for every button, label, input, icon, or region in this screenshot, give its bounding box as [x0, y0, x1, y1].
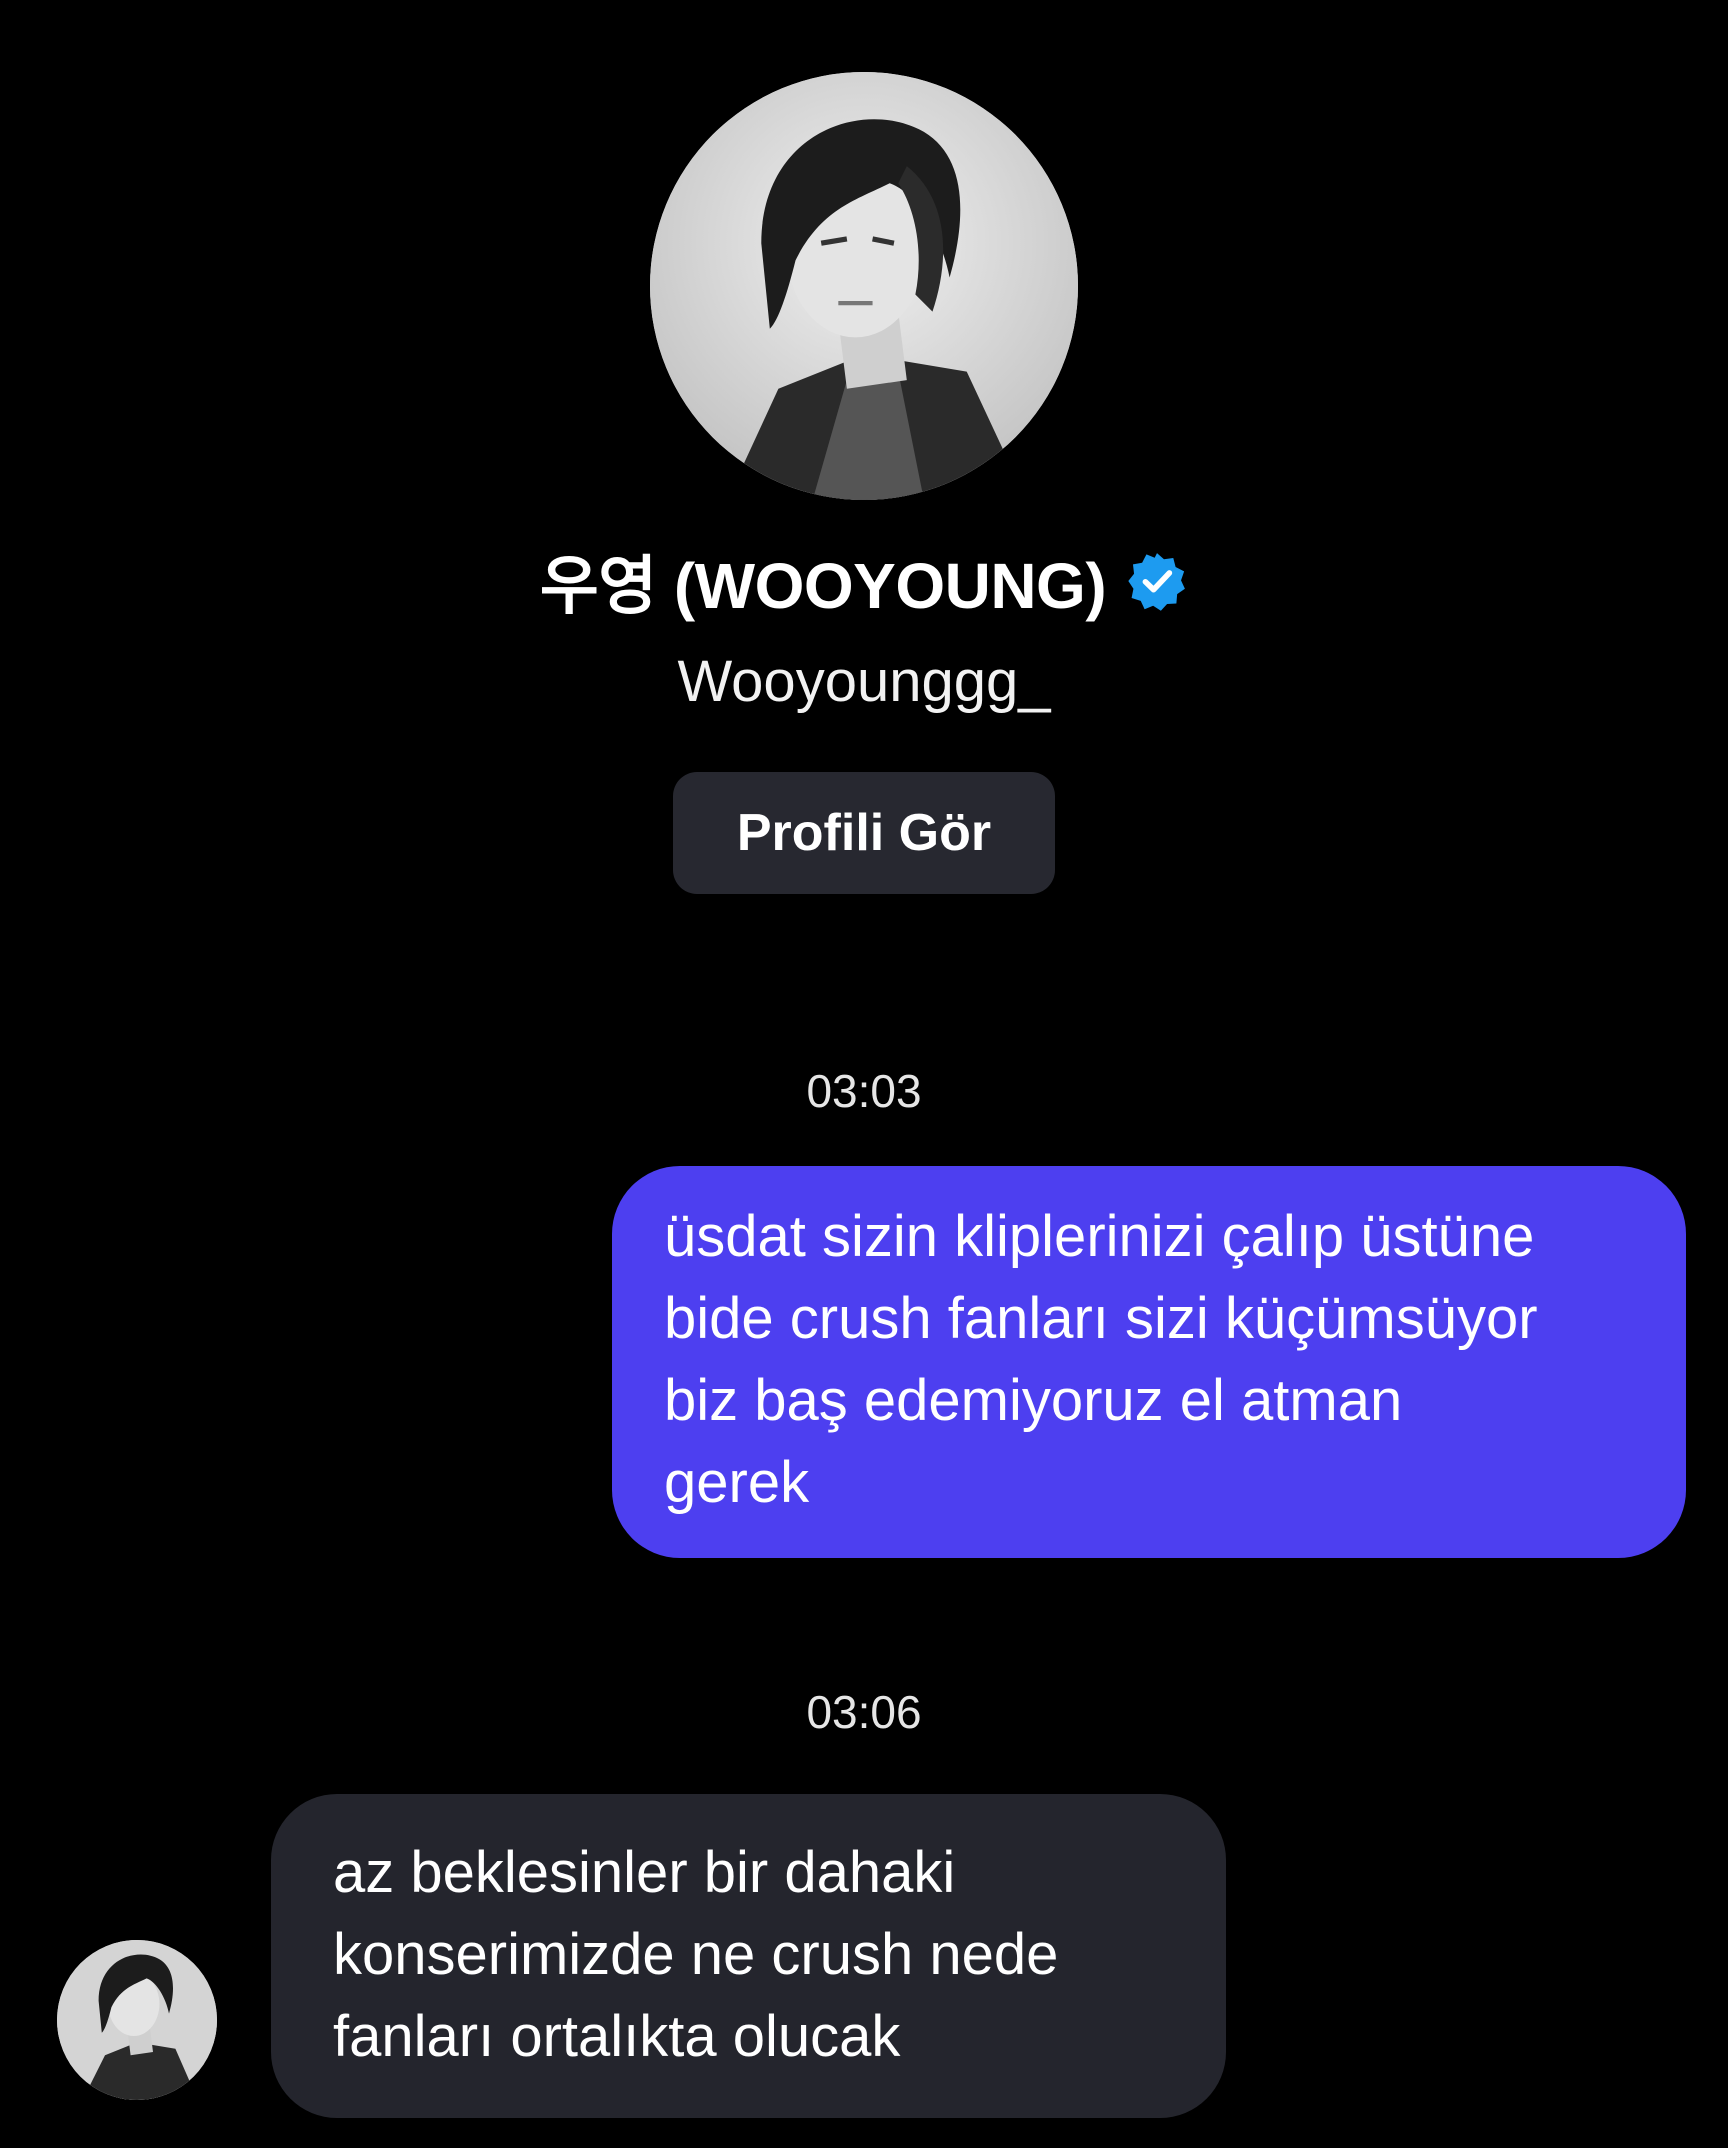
- message-timestamp: 03:06: [806, 1686, 922, 1738]
- profile-photo: [57, 1940, 217, 2100]
- received-message-bubble[interactable]: az beklesinler bir dahaki konserimizde n…: [271, 1794, 1226, 2118]
- message-timestamp: 03:03: [806, 1065, 922, 1117]
- verified-badge-icon: [1128, 553, 1186, 611]
- profile-name-row: 우영 (WOOYOUNG): [0, 536, 1728, 626]
- username: Wooyounggg_: [677, 649, 1051, 714]
- display-name: 우영 (WOOYOUNG): [539, 550, 1107, 622]
- profile-avatar[interactable]: [650, 72, 1078, 500]
- view-profile-button[interactable]: Profili Gör: [673, 772, 1055, 894]
- sender-avatar[interactable]: [57, 1940, 217, 2100]
- sent-message-bubble[interactable]: üsdat sizin kliplerinizi çalıp üstüne bi…: [612, 1166, 1686, 1558]
- profile-photo: [650, 72, 1078, 500]
